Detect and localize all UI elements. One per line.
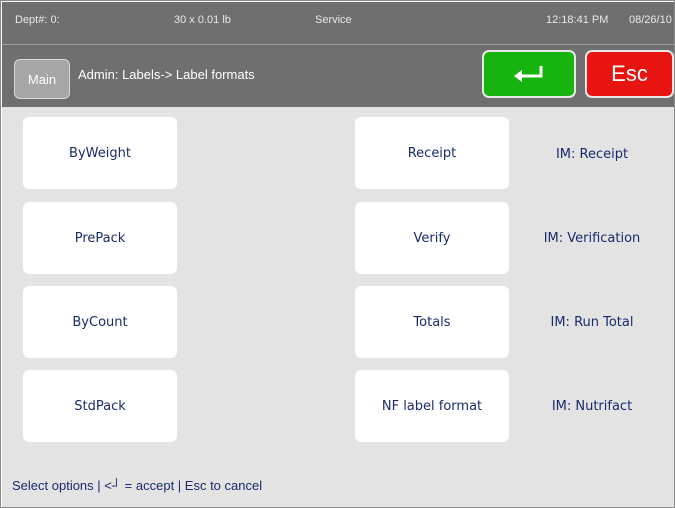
verify-im-label: IM: Verification: [543, 231, 641, 246]
label-format-panel: ByWeight PrePack ByCount StdPack Receipt…: [2, 107, 674, 507]
esc-button[interactable]: Esc: [585, 50, 674, 98]
status-bar: Dept#: 0: 30 x 0.01 lb Service 12:18:41 …: [2, 2, 674, 44]
verify-format-button[interactable]: Verify: [355, 202, 509, 274]
weight-readout: 30 x 0.01 lb: [174, 14, 231, 26]
byweight-format-button[interactable]: ByWeight: [23, 117, 177, 189]
receipt-format-button[interactable]: Receipt: [355, 117, 509, 189]
page-title: Admin: Labels-> Label formats: [78, 67, 255, 82]
instruction-hint: Select options | <┘ = accept | Esc to ca…: [12, 478, 263, 493]
prepack-format-button[interactable]: PrePack: [23, 202, 177, 274]
department-readout: Dept#: 0:: [15, 14, 60, 26]
scale-screen: Dept#: 0: 30 x 0.01 lb Service 12:18:41 …: [0, 0, 675, 508]
nf-label-format-button[interactable]: NF label format: [355, 370, 509, 442]
totals-format-button[interactable]: Totals: [355, 286, 509, 358]
clock-date: 08/26/10: [629, 14, 672, 26]
enter-arrow-icon: [514, 66, 543, 82]
mode-readout: Service: [315, 14, 352, 26]
receipt-im-label: IM: Receipt: [555, 147, 629, 162]
clock-time: 12:18:41 PM: [546, 14, 609, 26]
totals-im-label: IM: Run Total: [550, 315, 634, 330]
header-bar: Main Admin: Labels-> Label formats Esc: [2, 44, 674, 107]
nutrifact-im-label: IM: Nutrifact: [551, 399, 633, 414]
accept-button[interactable]: [482, 50, 576, 98]
main-button[interactable]: Main: [14, 59, 70, 99]
stdpack-format-button[interactable]: StdPack: [23, 370, 177, 442]
bycount-format-button[interactable]: ByCount: [23, 286, 177, 358]
